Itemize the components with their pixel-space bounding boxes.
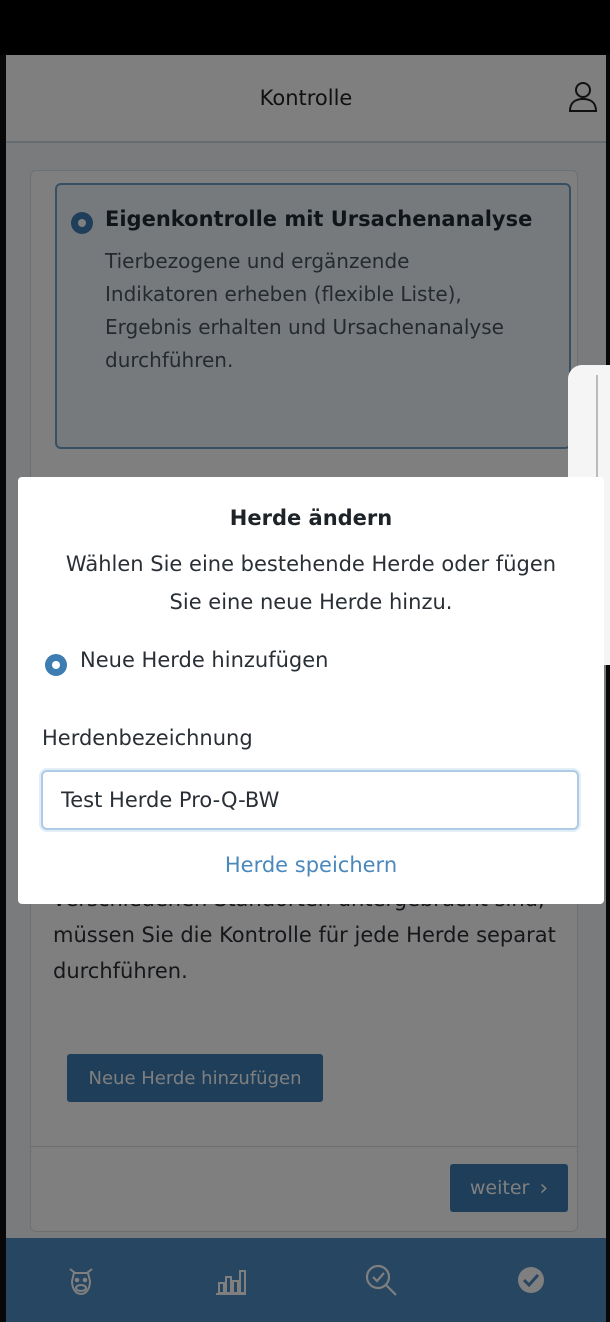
save-herd-button[interactable]: Herde speichern bbox=[18, 853, 604, 877]
dialog-title: Herde ändern bbox=[229, 506, 393, 530]
dialog-message: Wählen Sie eine bestehende Herde oder fü… bbox=[65, 552, 557, 614]
herd-dialog: Herde ändern Wählen Sie eine bestehende … bbox=[18, 477, 604, 904]
new-herd-radio[interactable] bbox=[45, 654, 67, 676]
herd-name-input[interactable] bbox=[41, 770, 579, 830]
herd-name-label: Herdenbezeichnung bbox=[42, 726, 253, 750]
status-bar bbox=[0, 0, 610, 55]
new-herd-radio-label[interactable]: Neue Herde hinzufügen bbox=[80, 648, 328, 672]
